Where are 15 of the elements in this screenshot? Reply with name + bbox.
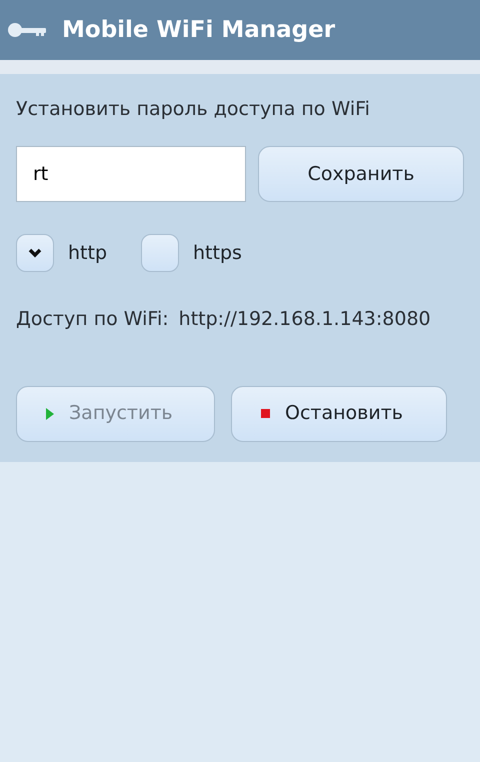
stop-button[interactable]: Остановить <box>231 386 447 442</box>
checkbox[interactable] <box>141 234 180 272</box>
key-icon <box>8 22 48 38</box>
checkbox-label: https <box>193 240 242 266</box>
save-button[interactable]: Сохранить <box>258 146 464 202</box>
window-title: Mobile WiFi Manager <box>62 16 336 45</box>
stop-icon <box>261 409 270 418</box>
access-label: Доступ по WiFi: <box>16 307 169 332</box>
checkbox[interactable] <box>16 234 54 272</box>
password-field[interactable]: rt <box>16 146 246 202</box>
check-icon <box>28 248 42 258</box>
password-label: Установить пароль доступа по WiFi <box>16 97 371 121</box>
checkbox-label: http <box>68 240 108 266</box>
play-icon <box>46 408 54 420</box>
access-url: http://192.168.1.143:8080 <box>178 307 431 332</box>
